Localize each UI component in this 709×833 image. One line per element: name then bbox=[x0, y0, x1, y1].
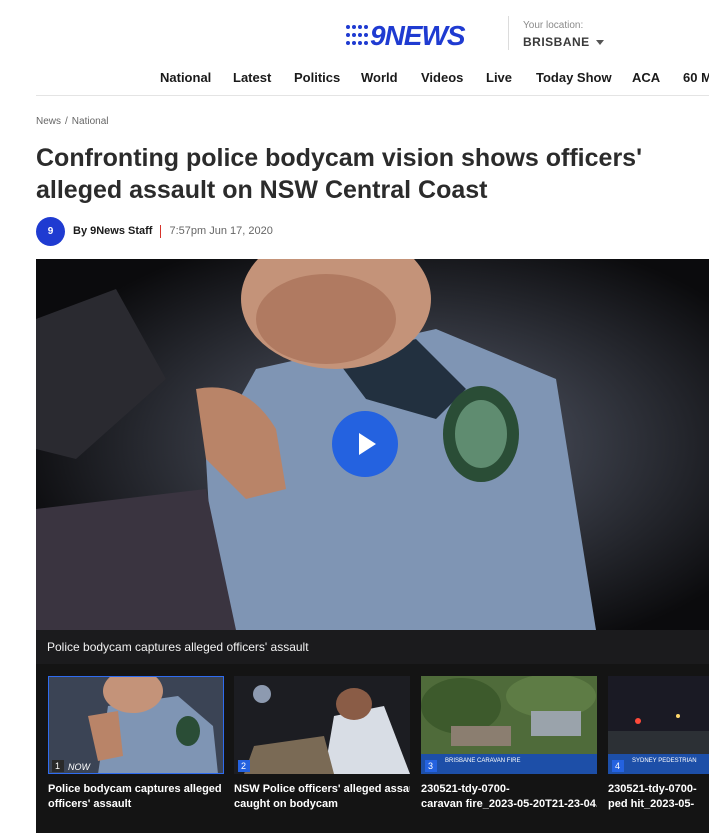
playlist-item-2[interactable]: 2 NSW Police officers' alleged assault c… bbox=[234, 676, 410, 812]
logo-dots-icon bbox=[346, 25, 368, 47]
location-label: Your location: bbox=[523, 20, 584, 31]
masthead: 9NEWS Your location: BRISBANE bbox=[0, 0, 709, 62]
thumbnail-overlay-text: SYDNEY PEDESTRIAN bbox=[632, 758, 697, 764]
playlist-thumbnail: 1 NOW bbox=[48, 676, 224, 774]
thumbnail-overlay-text: BRISBANE CARAVAN FIRE bbox=[445, 758, 520, 764]
title-line-2: ped hit_2023-05- bbox=[608, 798, 695, 810]
nav-aca[interactable]: ACA bbox=[632, 70, 660, 85]
nav-latest[interactable]: Latest bbox=[233, 70, 271, 85]
playlist-item-title: Police bodycam captures alleged officers… bbox=[48, 782, 224, 812]
video-playlist: 1 NOW Police bodycam captures alleged of… bbox=[36, 664, 709, 833]
nav-national[interactable]: National bbox=[160, 70, 211, 85]
nav-60-minutes[interactable]: 60 M bbox=[683, 70, 709, 85]
breadcrumb-separator: / bbox=[65, 116, 68, 127]
nav-politics[interactable]: Politics bbox=[294, 70, 340, 85]
article-headline: Confronting police bodycam vision shows … bbox=[36, 142, 706, 206]
playlist-thumbnail: BRISBANE CARAVAN FIRE 3 bbox=[421, 676, 597, 774]
headline-line-1: Confronting police bodycam vision shows … bbox=[36, 144, 643, 172]
title-line-1: NSW Police officers' alleged assault bbox=[234, 783, 410, 795]
chevron-down-icon bbox=[595, 39, 604, 45]
title-line-2: caravan fire_2023-05-20T21-23-04.n bbox=[421, 798, 597, 810]
nav-videos[interactable]: Videos bbox=[421, 70, 463, 85]
playlist-item-4[interactable]: SYDNEY PEDESTRIAN 4 230521-tdy-0700- ped… bbox=[608, 676, 709, 812]
nav-world[interactable]: World bbox=[361, 70, 398, 85]
playlist-item-title: NSW Police officers' alleged assault cau… bbox=[234, 782, 410, 812]
playlist-item-title: 230521-tdy-0700- caravan fire_2023-05-20… bbox=[421, 782, 597, 812]
playlist-thumbnail: SYDNEY PEDESTRIAN 4 bbox=[608, 676, 709, 774]
video-caption: Police bodycam captures alleged officers… bbox=[36, 630, 709, 664]
logo-text: 9NEWS bbox=[370, 20, 466, 51]
playlist-item-1[interactable]: 1 NOW Police bodycam captures alleged of… bbox=[48, 676, 224, 812]
title-line-1: 230521-tdy-0700- bbox=[608, 783, 697, 795]
playlist-item-title: 230521-tdy-0700- ped hit_2023-05- bbox=[608, 782, 709, 812]
item-number: 3 bbox=[425, 760, 437, 772]
author-name[interactable]: By 9News Staff bbox=[73, 225, 152, 237]
headline-line-2: alleged assault on NSW Central Coast bbox=[36, 176, 488, 204]
location-selector[interactable]: BRISBANE bbox=[523, 35, 604, 49]
breadcrumb-national[interactable]: National bbox=[72, 116, 109, 127]
title-line-2: officers' assault bbox=[48, 798, 132, 810]
nav-divider bbox=[36, 95, 709, 96]
video-player[interactable] bbox=[36, 259, 709, 630]
item-number: 2 bbox=[238, 760, 250, 772]
breadcrumb-news[interactable]: News bbox=[36, 116, 61, 127]
avatar-logo-icon: 9 bbox=[47, 225, 54, 237]
thumbnail-image bbox=[234, 676, 410, 774]
byline-divider bbox=[160, 224, 162, 238]
item-number: 4 bbox=[612, 760, 624, 772]
play-button[interactable] bbox=[332, 411, 398, 477]
item-number: 1 bbox=[52, 760, 64, 772]
title-line-2: caught on bodycam bbox=[234, 798, 338, 810]
9news-logo[interactable]: 9NEWS bbox=[346, 20, 466, 52]
byline: 9 By 9News Staff 7:57pm Jun 17, 2020 bbox=[36, 216, 273, 246]
thumbnail-image bbox=[48, 676, 224, 774]
title-line-1: 230521-tdy-0700- bbox=[421, 783, 510, 795]
publish-date: 7:57pm Jun 17, 2020 bbox=[169, 225, 273, 237]
location-divider bbox=[508, 16, 509, 50]
thumbnail-image: BRISBANE CARAVAN FIRE bbox=[421, 676, 597, 774]
breadcrumb: News / National bbox=[36, 116, 109, 127]
location-city: BRISBANE bbox=[523, 35, 590, 49]
nav-today-show[interactable]: Today Show bbox=[536, 70, 612, 85]
author-avatar[interactable]: 9 bbox=[36, 216, 65, 246]
now-playing-label: NOW bbox=[68, 762, 90, 772]
nav-live[interactable]: Live bbox=[486, 70, 512, 85]
title-line-1: Police bodycam captures alleged bbox=[48, 783, 222, 795]
playlist-item-3[interactable]: BRISBANE CARAVAN FIRE 3 230521-tdy-0700-… bbox=[421, 676, 597, 812]
playlist-thumbnail: 2 bbox=[234, 676, 410, 774]
main-nav: National Latest Politics World Videos Li… bbox=[0, 62, 709, 94]
